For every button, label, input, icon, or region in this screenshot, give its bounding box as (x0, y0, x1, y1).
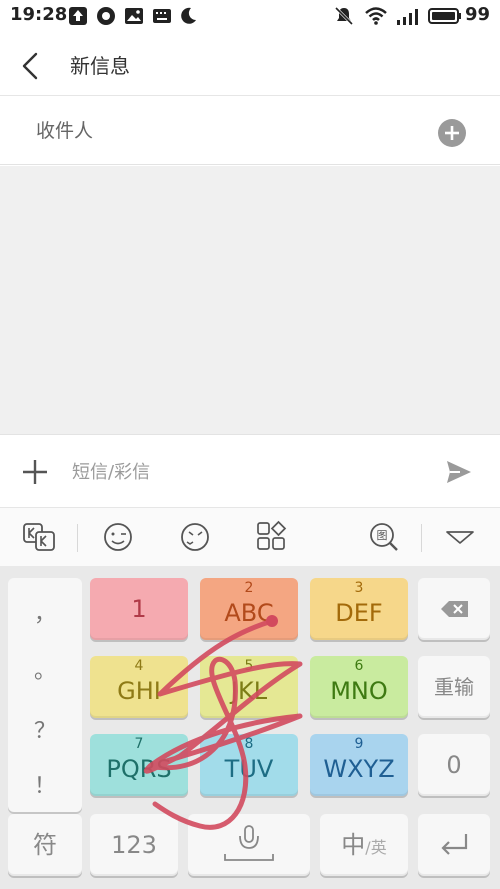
lang-en-label: /英 (365, 838, 387, 857)
symbol-key[interactable]: 符 (8, 814, 82, 876)
send-icon[interactable] (444, 457, 474, 487)
compose-bar (0, 434, 500, 508)
key-4-ghi[interactable]: 4 GHI (90, 656, 188, 718)
delete-key[interactable] (418, 578, 490, 640)
mute-icon (334, 6, 354, 26)
toolbar-divider (421, 524, 422, 552)
svg-text:图: 图 (377, 529, 388, 542)
image-search-icon[interactable]: 图 (366, 520, 402, 554)
wifi-icon (365, 7, 387, 25)
enter-icon (441, 834, 468, 855)
key-9-wxyz[interactable]: 9 WXYZ (310, 734, 408, 796)
key-5-jkl[interactable]: 5 JKL (200, 656, 298, 718)
apps-grid-icon[interactable] (254, 520, 290, 554)
punct-question-key[interactable]: ？ (8, 713, 82, 745)
key-3-def[interactable]: 3 DEF (310, 578, 408, 640)
key-8-tuv[interactable]: 8 TUV (200, 734, 298, 796)
add-contact-icon (445, 126, 459, 140)
message-input[interactable] (72, 457, 412, 487)
status-bar: 19:28 99 (0, 0, 500, 34)
moon-icon (181, 7, 196, 24)
zero-key[interactable]: 0 (418, 734, 490, 796)
conversation-area (0, 166, 500, 434)
ime-toolbar: 图 (0, 508, 500, 566)
status-time: 19:28 (10, 4, 68, 25)
battery-icon (428, 8, 461, 24)
collapse-icon[interactable] (442, 520, 478, 554)
key-7-pqrs[interactable]: 7 PQRS (90, 734, 188, 796)
language-switch-key[interactable]: 中/英 (320, 814, 408, 876)
signal-icon (397, 9, 418, 25)
add-contact-button[interactable] (438, 119, 466, 147)
battery-level: 99 (464, 4, 490, 25)
plus-icon[interactable] (20, 457, 50, 487)
image-icon (125, 8, 143, 24)
punct-period-key[interactable]: 。 (8, 653, 82, 685)
enter-key[interactable] (418, 814, 490, 876)
upload-icon (69, 7, 87, 25)
emoticon-icon[interactable] (176, 520, 212, 554)
backspace-icon (441, 601, 468, 617)
reinput-key[interactable]: 重输 (418, 656, 490, 718)
numbers-key[interactable]: 123 (90, 814, 178, 876)
microphone-icon (224, 825, 274, 861)
toolbar-divider (77, 524, 78, 552)
camera-shutter-icon (97, 7, 115, 25)
back-arrow-icon[interactable] (14, 48, 50, 84)
key-6-mno[interactable]: 6 MNO (310, 656, 408, 718)
punct-comma-key[interactable]: ， (8, 596, 82, 628)
key-1[interactable]: 1 (90, 578, 188, 640)
title-bar: 新信息 (0, 34, 500, 96)
recipient-row (0, 97, 500, 165)
space-key[interactable] (188, 814, 310, 876)
key-2-abc[interactable]: 2 ABC (200, 578, 298, 640)
page-title: 新信息 (70, 54, 130, 78)
lang-cn-label: 中 (341, 831, 366, 859)
emoji-icon[interactable] (100, 520, 136, 554)
keyboard-icon (153, 9, 171, 23)
recipient-input[interactable] (36, 117, 416, 145)
punct-exclaim-key[interactable]: ！ (8, 768, 82, 800)
punctuation-column[interactable]: ， 。 ？ ！ (8, 578, 82, 812)
keyboard: ， 。 ？ ！ 1 2 ABC 3 DEF 4 GHI 5 JKL 6 MNO … (0, 566, 500, 889)
kk-logo-icon[interactable] (22, 520, 58, 554)
